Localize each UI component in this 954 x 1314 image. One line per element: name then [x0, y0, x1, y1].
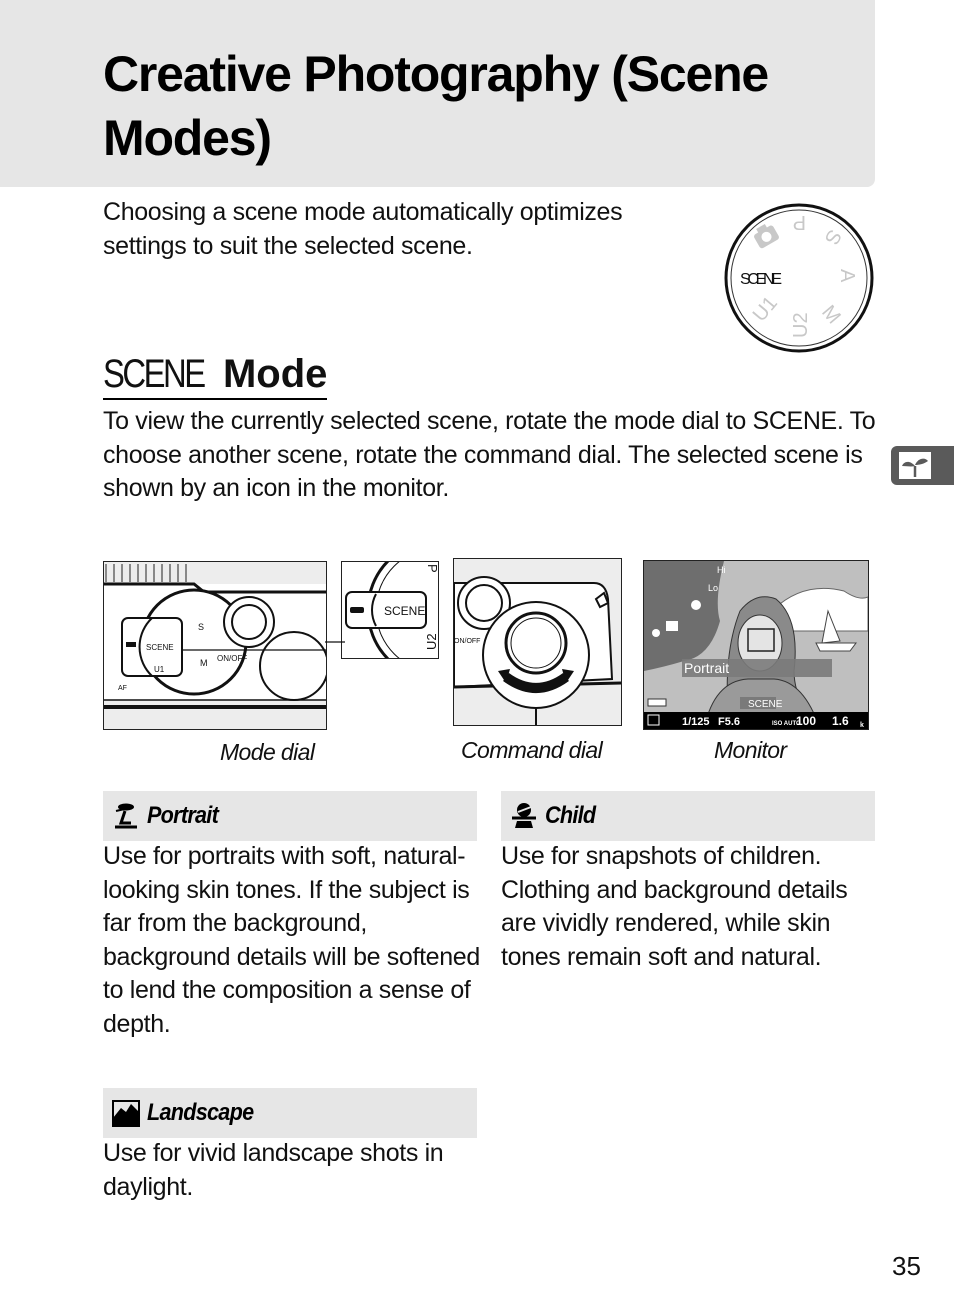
scene-heading-landscape: Landscape	[103, 1088, 477, 1138]
portrait-icon	[115, 803, 137, 829]
aperture-readout: F5.6	[718, 716, 740, 728]
scene-description-child: Use for snapshots of children. Clothing …	[501, 842, 848, 971]
caption-monitor: Monitor	[714, 737, 787, 763]
dial-mark-p: P	[793, 211, 806, 233]
caption-mode-dial: Mode dial	[220, 739, 315, 765]
dial-mark-scene: SCENE	[740, 271, 782, 288]
scene-heading-child: Child	[501, 791, 875, 841]
dial-mark-a: A	[836, 269, 858, 283]
mode-dial-scene-label: SCENE	[146, 643, 174, 652]
remaining-shots-readout: 1.6	[832, 714, 849, 728]
intro-text: Choosing a scene mode automatically opti…	[103, 198, 623, 260]
command-on-off-label: ON/OFF	[454, 638, 480, 645]
scene-name-child: Child	[545, 802, 596, 829]
scene-mode-symbol: SCENE	[103, 352, 206, 396]
menu-icon-hi: Hi	[717, 565, 726, 575]
inset-u2-label: U2	[424, 633, 438, 650]
monitor-mode-indicator: SCENE	[748, 699, 783, 710]
landscape-icon	[112, 1100, 140, 1127]
section-body-text: To view the currently selected scene, ro…	[103, 407, 876, 502]
monitor-figure: Hi Lo Portrait SCENE 1/125 F5.6 ISO AUTO…	[643, 560, 869, 730]
page-title: Creative Photography (Scene Modes)	[103, 46, 769, 166]
mode-dial-m-label: M	[200, 658, 208, 668]
sprout-icon	[899, 452, 931, 479]
af-label: AF	[118, 685, 127, 692]
camera-top-mode-dial-figure: SCENE U1 M S ON/OFF AF	[103, 561, 327, 730]
scene-description-landscape: Use for vivid landscape shots in dayligh…	[103, 1139, 444, 1201]
section-heading-word: Mode	[222, 352, 328, 396]
caption-command-dial: Command dial	[461, 737, 603, 763]
mode-dial-s-label: S	[198, 622, 204, 632]
battery-icon	[647, 698, 667, 707]
on-off-label: ON/OFF	[217, 654, 247, 663]
monitor-scene-label: Portrait	[684, 660, 729, 676]
inset-p-label: P	[425, 564, 438, 573]
scene-name-portrait: Portrait	[147, 802, 219, 829]
page-number: 35	[892, 1251, 921, 1281]
mode-dial-inset-figure: SCENE U2 P	[341, 561, 439, 659]
mode-dial-illustration: P S A M U2 U1 SCENE	[722, 202, 876, 354]
menu-icon-child	[652, 629, 660, 637]
section-heading: SCENE Mode	[103, 350, 328, 400]
mode-dial-u1-label: U1	[154, 665, 165, 674]
menu-icon-landscape	[666, 621, 678, 631]
scene-heading-portrait: Portrait	[103, 791, 477, 841]
shutter-speed-readout: 1/125	[682, 716, 710, 728]
menu-icon-lo: Lo	[708, 583, 718, 593]
inset-connector-line	[325, 641, 345, 643]
scene-name-landscape: Landscape	[147, 1099, 254, 1126]
iso-readout: 100	[796, 714, 816, 728]
dial-mark-u2: U2	[790, 312, 812, 338]
inset-scene-label: SCENE	[384, 604, 425, 618]
menu-icon-portrait	[691, 600, 701, 610]
remaining-unit: k	[860, 722, 864, 729]
chapter-side-tab[interactable]	[891, 446, 954, 485]
scene-description-portrait: Use for portraits with soft, natural-loo…	[103, 842, 480, 1038]
child-icon	[512, 803, 536, 828]
command-dial-figure: ON/OFF	[453, 558, 622, 726]
